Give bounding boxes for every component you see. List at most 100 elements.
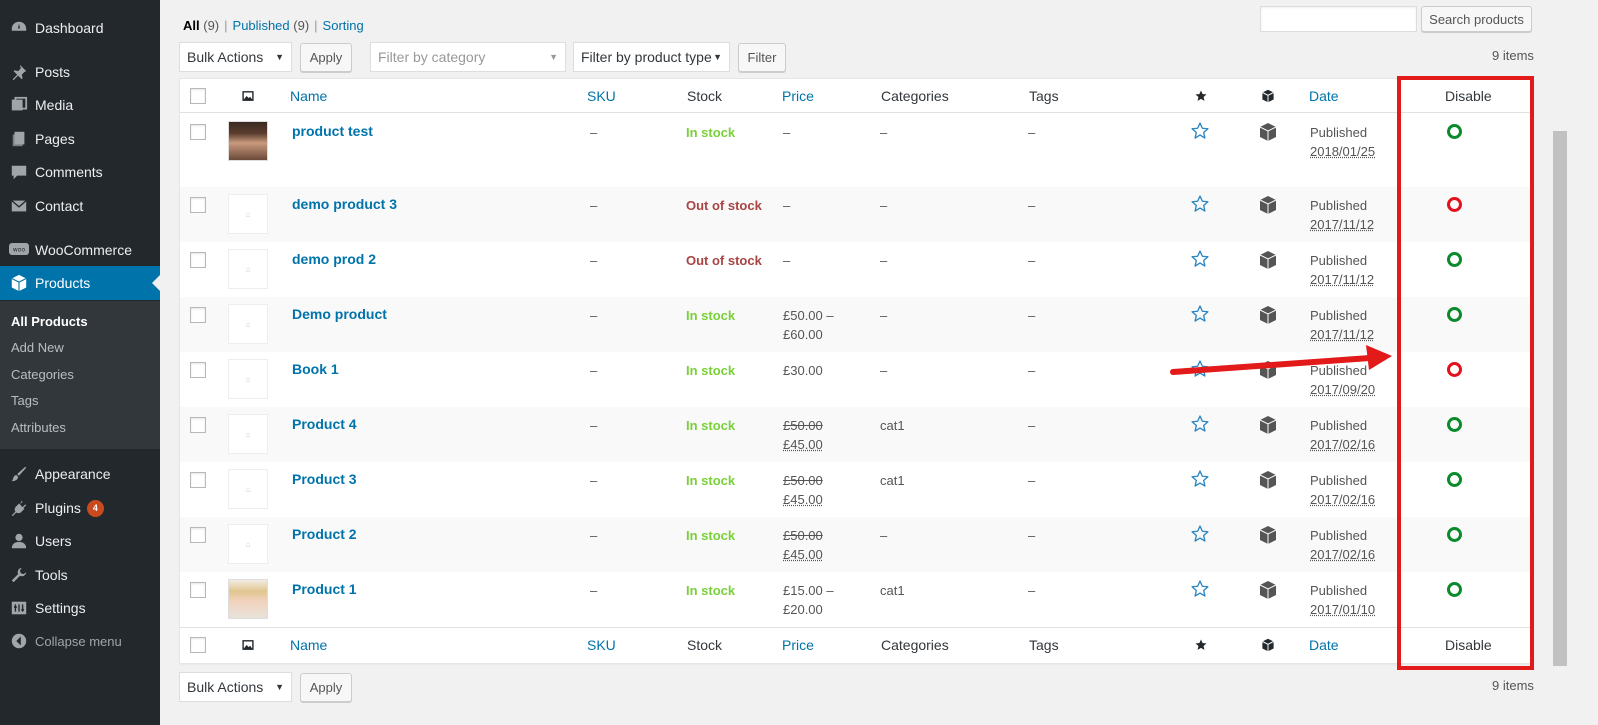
- bulk-actions-select-bottom[interactable]: Bulk Actions ▼: [179, 672, 292, 702]
- select-all-checkbox[interactable]: [190, 88, 206, 104]
- product-name-link[interactable]: demo prod 2: [292, 251, 376, 267]
- product-name-link[interactable]: Product 2: [292, 526, 357, 542]
- row-checkbox[interactable]: [190, 417, 206, 433]
- product-categories[interactable]: cat1: [880, 581, 905, 600]
- product-name-link[interactable]: product test: [292, 123, 373, 139]
- submenu-item-add-new[interactable]: Add New: [11, 340, 64, 355]
- menu-item-products[interactable]: Products: [0, 266, 160, 300]
- menu-item-contact[interactable]: Contact: [0, 189, 160, 223]
- menu-item-media[interactable]: Media: [0, 88, 160, 122]
- product-thumbnail[interactable]: ⌂: [228, 414, 268, 454]
- scrollbar[interactable]: [1553, 131, 1567, 666]
- product-thumbnail[interactable]: ⌂: [228, 359, 268, 399]
- product-categories[interactable]: cat1: [880, 471, 905, 490]
- update-count-badge: 4: [86, 499, 104, 517]
- product-thumbnail[interactable]: ⌂: [228, 249, 268, 289]
- row-checkbox[interactable]: [190, 252, 206, 268]
- view-all[interactable]: All (9): [183, 18, 219, 33]
- submenu-item-tags[interactable]: Tags: [11, 393, 38, 408]
- row-checkbox[interactable]: [190, 362, 206, 378]
- featured-star-icon[interactable]: [1190, 469, 1210, 492]
- search-products-button[interactable]: Search products: [1421, 6, 1532, 32]
- product-name-link[interactable]: demo product 3: [292, 196, 397, 212]
- search-input[interactable]: [1260, 6, 1417, 32]
- publish-date: 2017/02/16: [1310, 492, 1376, 507]
- publish-date: 2017/09/20: [1310, 382, 1376, 397]
- price-regular: –: [783, 253, 791, 268]
- column-name[interactable]: Name: [290, 88, 327, 104]
- product-name-link[interactable]: Book 1: [292, 361, 339, 377]
- product-thumbnail[interactable]: ⌂: [228, 469, 268, 509]
- column-price[interactable]: Price: [782, 88, 814, 104]
- publish-status: Published: [1310, 418, 1368, 433]
- column-sku[interactable]: SKU: [587, 88, 616, 104]
- menu-item-dashboard[interactable]: Dashboard: [0, 11, 160, 45]
- category-filter-select[interactable]: Filter by category ▼: [370, 42, 566, 72]
- menu-item-appearance[interactable]: Appearance: [0, 457, 160, 491]
- featured-star-icon[interactable]: [1190, 194, 1210, 217]
- menu-item-pages[interactable]: Pages: [0, 122, 160, 156]
- product-thumbnail[interactable]: ⌂: [228, 524, 268, 564]
- filter-button[interactable]: Filter: [738, 43, 786, 72]
- menu-item-posts[interactable]: Posts: [0, 55, 160, 89]
- product-categories: –: [880, 253, 888, 268]
- column-date[interactable]: Date: [1309, 88, 1339, 104]
- stock-status: In stock: [686, 473, 736, 488]
- menu-item-users[interactable]: Users: [0, 524, 160, 558]
- product-thumbnail[interactable]: ⌂: [228, 194, 268, 234]
- product-name-link[interactable]: Product 3: [292, 471, 357, 487]
- apply-button[interactable]: Apply: [300, 43, 352, 72]
- featured-star-icon[interactable]: [1190, 249, 1210, 272]
- menu-item-tools[interactable]: Tools: [0, 558, 160, 592]
- menu-item-plugins[interactable]: Plugins 4: [0, 491, 160, 525]
- bulk-actions-select[interactable]: Bulk Actions ▼: [179, 42, 292, 72]
- publish-date: 2017/11/12: [1310, 272, 1375, 287]
- view-sorting[interactable]: Sorting: [323, 18, 364, 33]
- product-categories: –: [880, 528, 888, 543]
- product-type-icon: [1258, 580, 1278, 603]
- column-categories: Categories: [881, 88, 949, 104]
- product-name-link[interactable]: Product 4: [292, 416, 357, 432]
- product-type-filter-select[interactable]: Filter by product type ▼: [573, 42, 730, 72]
- select-all-checkbox[interactable]: [190, 637, 206, 653]
- product-name-link[interactable]: Product 1: [292, 581, 357, 597]
- row-checkbox[interactable]: [190, 197, 206, 213]
- submenu-item-attributes[interactable]: Attributes: [11, 420, 66, 435]
- view-published[interactable]: Published (9): [233, 18, 310, 33]
- submenu-item-all-products[interactable]: All Products: [11, 314, 88, 329]
- featured-star-icon[interactable]: [1190, 524, 1210, 547]
- row-checkbox[interactable]: [190, 124, 206, 140]
- featured-star-icon[interactable]: [1190, 304, 1210, 327]
- column-name[interactable]: Name: [290, 637, 327, 653]
- submenu-item-categories[interactable]: Categories: [11, 367, 74, 382]
- menu-item-settings[interactable]: Settings: [0, 591, 160, 625]
- publish-status: Published: [1310, 528, 1368, 543]
- column-sku[interactable]: SKU: [587, 637, 616, 653]
- product-thumbnail[interactable]: ⌂: [228, 304, 268, 344]
- row-checkbox[interactable]: [190, 527, 206, 543]
- column-price[interactable]: Price: [782, 637, 814, 653]
- product-categories: –: [880, 308, 888, 323]
- sku-value: –: [590, 308, 598, 323]
- column-date[interactable]: Date: [1309, 637, 1339, 653]
- featured-star-icon[interactable]: [1190, 414, 1210, 437]
- product-thumbnail[interactable]: [228, 579, 268, 619]
- featured-star-icon[interactable]: [1190, 121, 1210, 144]
- column-tags: Tags: [1029, 88, 1059, 104]
- menu-item-woocommerce[interactable]: woo WooCommerce: [0, 233, 160, 267]
- sku-value: –: [590, 363, 598, 378]
- disable-column-highlight: [1397, 76, 1534, 670]
- price-sale: £45.00: [783, 547, 823, 562]
- menu-item-comments[interactable]: Comments: [0, 155, 160, 189]
- settings-icon: [9, 599, 29, 617]
- product-categories: –: [880, 363, 888, 378]
- featured-star-icon[interactable]: [1190, 579, 1210, 602]
- product-thumbnail[interactable]: [228, 121, 268, 161]
- collapse-menu-button[interactable]: Collapse menu: [0, 624, 160, 658]
- product-name-link[interactable]: Demo product: [292, 306, 387, 322]
- apply-button-bottom[interactable]: Apply: [300, 673, 352, 702]
- row-checkbox[interactable]: [190, 307, 206, 323]
- row-checkbox[interactable]: [190, 582, 206, 598]
- product-categories[interactable]: cat1: [880, 416, 905, 435]
- row-checkbox[interactable]: [190, 472, 206, 488]
